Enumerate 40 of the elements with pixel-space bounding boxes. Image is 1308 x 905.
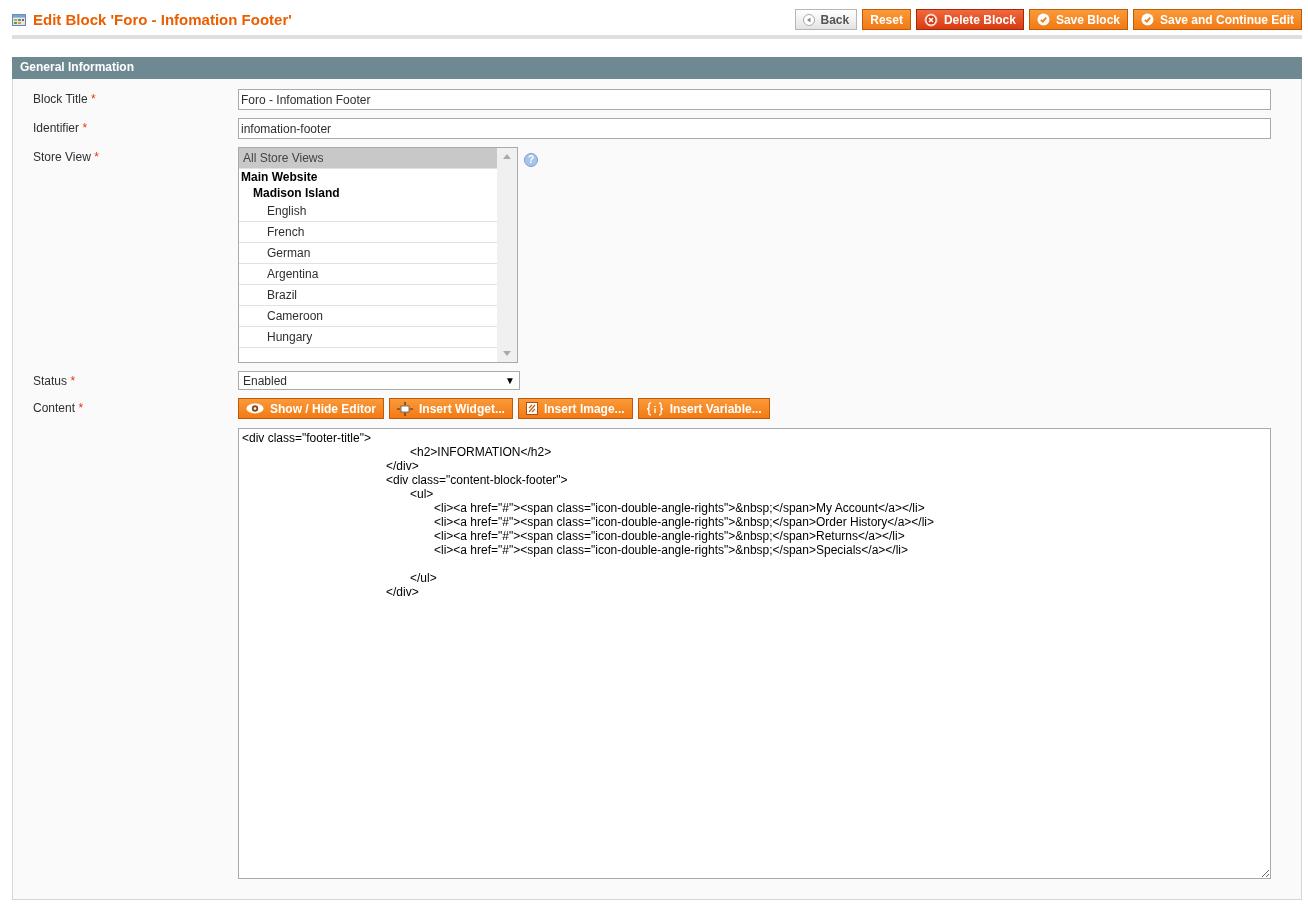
required-mark: * bbox=[94, 150, 99, 164]
list-option[interactable]: All Store Views bbox=[239, 148, 497, 169]
list-option[interactable]: English bbox=[239, 201, 497, 222]
required-mark: * bbox=[78, 401, 84, 415]
braces-icon bbox=[645, 401, 664, 416]
list-option[interactable]: Argentina bbox=[239, 264, 497, 285]
option-group-label: Madison Island bbox=[252, 185, 341, 201]
field-label: Block Title bbox=[33, 92, 88, 106]
required-mark: * bbox=[82, 121, 88, 135]
text-field[interactable]: infomation-footer bbox=[238, 118, 1271, 139]
grid-icon bbox=[12, 13, 26, 26]
field-label: Content bbox=[33, 401, 76, 415]
option-group-label: Main Website bbox=[240, 169, 319, 185]
field-label: Store View bbox=[33, 150, 91, 164]
close-icon bbox=[923, 12, 938, 27]
checkmark-icon bbox=[1141, 13, 1154, 26]
back-button[interactable]: Back bbox=[794, 9, 858, 30]
field-label: Identifier bbox=[33, 121, 80, 135]
image-icon bbox=[525, 402, 538, 415]
required-mark: * bbox=[70, 374, 76, 388]
eye-icon bbox=[246, 403, 264, 414]
text-field[interactable]: Foro - Infomation Footer bbox=[238, 89, 1271, 110]
page-title: Edit Block 'Foro - Infomation Footer' bbox=[33, 11, 292, 28]
widget-icon bbox=[397, 401, 413, 416]
field-label: Status bbox=[33, 374, 68, 388]
scroll-down-icon bbox=[503, 351, 511, 356]
content-editor[interactable]: <div class="footer-title"> <h2>INFORMATION</h2> </div> <div class="content-block-footer"> <ul> <li><a href="#"><span class="icon-double-angle-rights">&nbsp;</span>My Account</a></li> <li><a href="#"><span class="icon-double-angle-rights">&nbsp;</span>Order History</a></li> <li><a href="#"><span class="icon-double-angle-rights">&nbsp;</span>Returns</a></li> <li><a href="#"><span class="icon-double-angle-rights">&nbsp;</span>Specials</a></li> </ul> </div> bbox=[238, 428, 1271, 879]
back-icon bbox=[802, 13, 815, 26]
list-option[interactable]: Hungary bbox=[239, 327, 497, 348]
list-option[interactable]: German bbox=[239, 243, 497, 264]
list-option[interactable]: French bbox=[239, 222, 497, 243]
store-view-list[interactable]: All Store Views Main Website Madison Island English French German Argentina Brazil Cameroon Hungary bbox=[238, 147, 518, 363]
list-option[interactable]: Brazil bbox=[239, 285, 497, 306]
required-mark: * bbox=[91, 92, 96, 106]
checkmark-icon bbox=[1036, 13, 1050, 26]
list-option[interactable]: Cameroon bbox=[239, 306, 497, 327]
section-header: General Information bbox=[12, 57, 1302, 79]
status-dropdown[interactable]: Enabled ▼ bbox=[238, 371, 520, 390]
delete-button[interactable]: Delete Block bbox=[915, 9, 1024, 30]
scroll-up-icon bbox=[503, 154, 511, 159]
